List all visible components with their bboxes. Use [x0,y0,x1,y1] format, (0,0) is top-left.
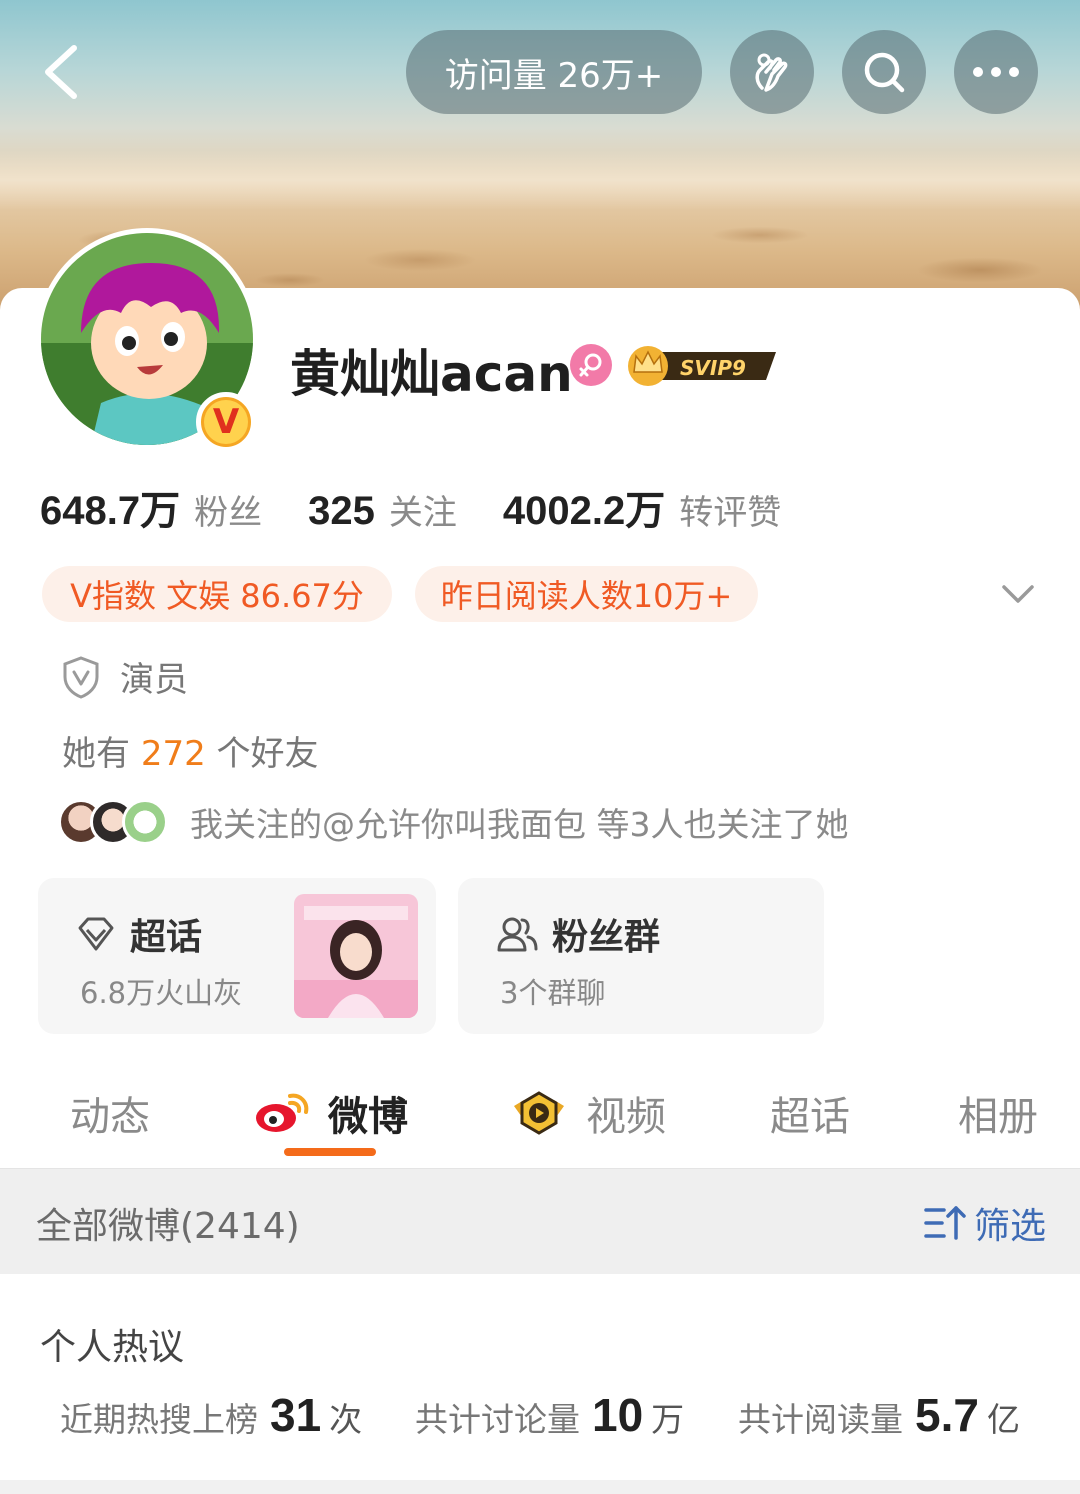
role-label: 演员 [120,660,188,700]
diamond-icon [78,917,114,951]
followers-stat[interactable]: 648.7万 粉丝 [40,478,262,536]
chevron-down-icon [1002,585,1034,603]
friends-count: 272 [140,734,206,774]
metric-label: 共计阅读量 [738,1400,903,1439]
fan-group-subtitle: 3个群聊 [500,976,606,1010]
engagement-count: 4002.2万 [502,489,666,533]
fan-group-tile[interactable]: 粉丝群 3个群聊 [458,878,824,1034]
all-posts-label: 全部微博(2414) [36,1206,300,1247]
discussion-metric: 共计讨论量 10 万 [415,1388,684,1442]
fan-group-title: 粉丝群 [552,917,661,958]
weibo-logo-icon [256,1093,309,1132]
metric-label: 近期热搜上榜 [60,1400,258,1439]
followers-count: 648.7万 [40,489,181,533]
metric-unit: 亿 [986,1400,1020,1439]
mutual-avatar [122,799,168,845]
filter-icon [924,1206,966,1240]
shield-v-icon [63,655,99,699]
feed-filter-bar: 全部微博(2414) 筛选 [0,1168,1080,1274]
read-metric: 共计阅读量 5.7 亿 [738,1388,1020,1442]
metric-label: 共计讨论量 [415,1400,580,1439]
expand-button[interactable] [998,574,1038,614]
role-row: 演员 [62,652,188,701]
more-icon [973,67,1019,77]
mutual-follow-row[interactable]: 我关注的@允许你叫我面包 等3人也关注了她 [58,798,849,846]
tab-video-label: 视频 [586,1094,666,1140]
metric-unit: 万 [651,1400,685,1439]
hand-heart-button[interactable] [730,30,814,114]
tab-weibo-label: 微博 [328,1094,408,1140]
followers-label: 粉丝 [194,493,263,533]
metric-value: 10 [592,1389,644,1441]
svip-label: SVIP9 [680,356,746,380]
search-icon [864,52,905,93]
tab-album-label: 相册 [958,1094,1038,1140]
filter-button[interactable]: 筛选 [924,1197,1046,1249]
hot-discussion-title: 个人热议 [40,1327,185,1368]
hot-discussion-card[interactable]: 个人热议 近期热搜上榜 31 次 共计讨论量 10 万 共计阅读量 5.7 亿 [0,1274,1080,1480]
following-stat[interactable]: 325 关注 [308,485,457,534]
video-icon [514,1091,564,1135]
v-index-chip[interactable]: V指数 文娱 86.67分 [42,566,392,622]
tab-super-topic[interactable]: 超话 [770,1078,850,1148]
female-icon [570,344,612,386]
filter-label: 筛选 [974,1206,1047,1247]
following-label: 关注 [388,493,457,533]
verified-badge: V [196,392,256,452]
v-index-label: V指数 文娱 86.67分 [70,577,364,615]
friends-link[interactable]: 她有 272 个好友 [62,726,319,775]
mutual-follow-text: 我关注的@允许你叫我面包 等3人也关注了她 [190,805,849,844]
engagement-label: 转评赞 [679,493,782,533]
super-topic-tile[interactable]: 超话 6.8万火山灰 [38,878,436,1034]
hot-search-metric: 近期热搜上榜 31 次 [60,1388,362,1442]
hand-heart-icon [755,53,788,92]
tab-super-topic-label: 超话 [770,1094,850,1140]
tab-weibo[interactable]: 微博 [254,1078,408,1148]
friends-prefix: 她有 [62,734,130,774]
profile-tabs: 动态 微博 视频 超话 相册 [0,1066,1080,1166]
following-count: 325 [308,489,375,533]
bottom-divider [0,1480,1080,1494]
visits-count-button[interactable]: 访问量 26万+ [406,30,702,114]
tab-album[interactable]: 相册 [958,1078,1038,1148]
svip-badge[interactable]: SVIP9 [626,344,780,388]
stats-row: 648.7万 粉丝 325 关注 4002.2万 转评赞 [40,478,827,536]
metric-value: 5.7 [915,1389,979,1441]
read-count-label: 昨日阅读人数10万+ [440,577,733,615]
search-button[interactable] [842,30,926,114]
read-count-chip[interactable]: 昨日阅读人数10万+ [415,566,758,622]
more-button[interactable] [954,30,1038,114]
engagement-stat[interactable]: 4002.2万 转评赞 [503,478,781,536]
super-topic-thumbnail [294,894,418,1018]
tab-video[interactable]: 视频 [510,1078,666,1148]
tab-feed-label: 动态 [70,1094,150,1140]
user-nickname: 黄灿灿acan [290,345,573,403]
super-topic-title: 超话 [130,917,203,958]
metric-value: 31 [270,1389,322,1441]
group-icon [497,917,538,952]
active-tab-indicator [284,1148,376,1156]
super-topic-subtitle: 6.8万火山灰 [80,976,243,1010]
metric-unit: 次 [329,1400,363,1439]
back-button[interactable] [30,40,90,104]
tab-feed[interactable]: 动态 [70,1078,150,1148]
visits-label: 访问量 26万+ [444,55,664,96]
friends-suffix: 个好友 [216,734,319,774]
back-arrow-icon [45,45,77,99]
